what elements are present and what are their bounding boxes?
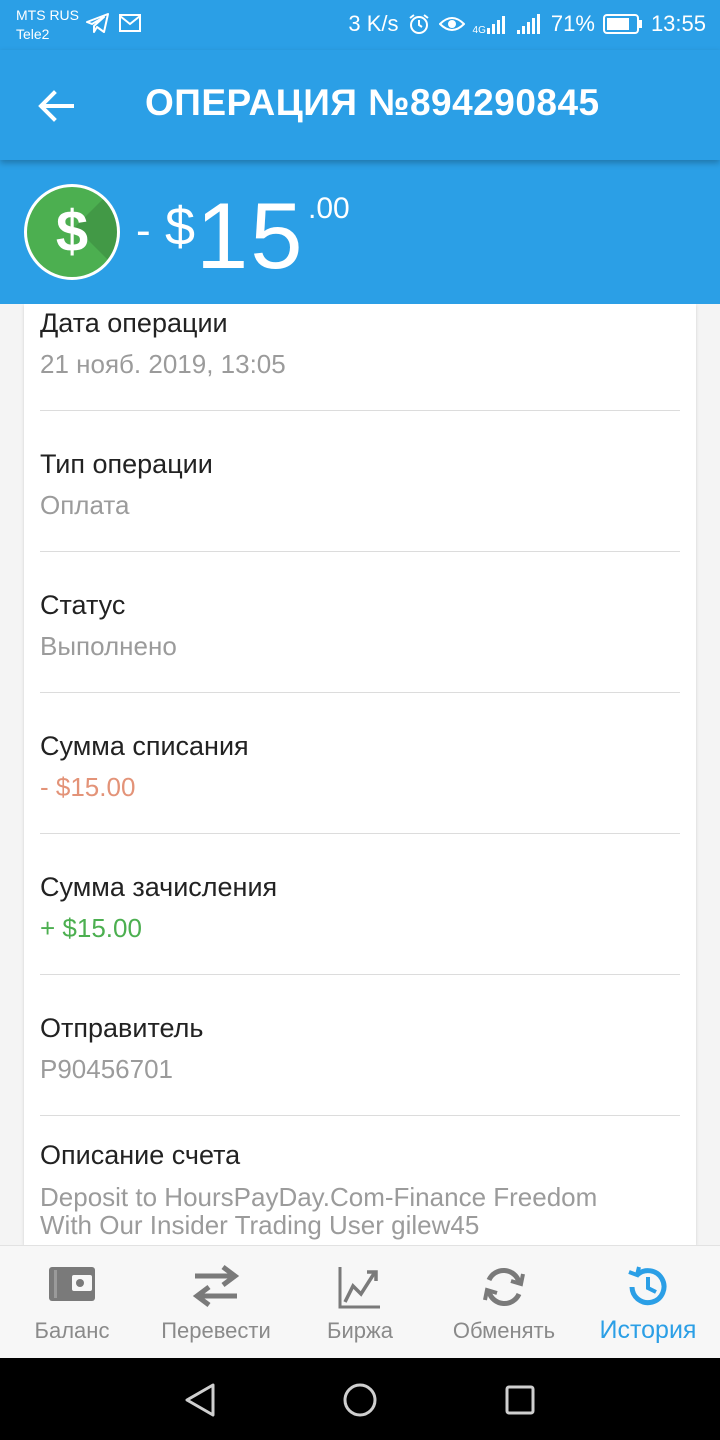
nav-label: Биржа — [327, 1318, 393, 1343]
nav-exchange-market[interactable]: Биржа — [288, 1246, 432, 1359]
detail-label: Дата операции — [40, 308, 228, 338]
nav-balance[interactable]: Баланс — [0, 1246, 144, 1359]
back-button[interactable] — [30, 80, 82, 132]
detail-debit: Сумма списания - $15.00 — [40, 731, 680, 803]
nav-label: Перевести — [161, 1318, 271, 1343]
page-title: ОПЕРАЦИЯ №894290845 — [145, 82, 600, 123]
amount-currency: $ — [165, 197, 196, 257]
network-type: 4G — [472, 25, 486, 36]
signal-icon — [516, 12, 543, 36]
nav-label: Баланс — [34, 1318, 110, 1343]
battery-percent: 71% — [550, 11, 595, 36]
status-bar: MTS RUS Tele2 3 K/s 4G 71% 13:55 — [0, 0, 720, 50]
nav-label: Обменять — [452, 1318, 556, 1343]
detail-type: Тип операции Оплата — [40, 449, 680, 521]
carrier-2: Tele2 — [16, 26, 50, 42]
detail-label: Отправитель — [40, 1013, 204, 1043]
amount-decimal: .00 — [308, 192, 350, 225]
detail-value: Оплата — [40, 490, 130, 520]
details-card: Дата операции 21 нояб. 2019, 13:05 Тип о… — [24, 304, 696, 1245]
system-home-button[interactable] — [338, 1378, 382, 1422]
nav-swap[interactable]: Обменять — [432, 1246, 576, 1359]
divider — [40, 692, 680, 693]
amount-sign: - — [136, 206, 151, 255]
detail-label: Сумма списания — [40, 731, 249, 761]
system-back-button[interactable] — [178, 1378, 222, 1422]
divider — [40, 974, 680, 975]
divider — [40, 410, 680, 411]
description-line-1: Deposit to HoursPayDay.Com-Finance Freed… — [40, 1182, 598, 1212]
system-navigation-bar — [0, 1358, 720, 1440]
amount-header: $ - $ 15 .00 — [0, 160, 720, 304]
triangle-back-icon — [185, 1383, 215, 1417]
arrow-left-icon — [38, 90, 74, 122]
system-recents-button[interactable] — [498, 1378, 542, 1422]
telegram-icon — [86, 12, 110, 39]
app-bar: ОПЕРАЦИЯ №894290845 — [0, 50, 720, 160]
mobile-data-icon: 4G — [473, 12, 509, 36]
detail-credit: Сумма зачисления + $15.00 — [40, 872, 680, 944]
detail-label: Статус — [40, 590, 126, 620]
detail-value: + $15.00 — [40, 913, 142, 943]
nav-transfer[interactable]: Перевести — [144, 1246, 288, 1359]
detail-description: Описание счета Deposit to HoursPayDay.Co… — [40, 1140, 680, 1239]
circle-home-icon — [343, 1383, 377, 1417]
carriers: MTS RUS Tele2 — [16, 6, 79, 44]
nav-history[interactable]: История — [576, 1246, 720, 1359]
detail-label: Описание счета — [40, 1140, 241, 1170]
detail-value: Выполнено — [40, 631, 177, 661]
notification-icons — [86, 12, 142, 39]
detail-value: 21 нояб. 2019, 13:05 — [40, 349, 286, 379]
amount-integer: 15 — [196, 183, 305, 288]
description-line-2: With Our Insider Trading User gilew45 — [40, 1210, 480, 1240]
bottom-navigation: Баланс Перевести Биржа Обменять История — [0, 1245, 720, 1358]
dollar-icon: $ — [24, 184, 120, 280]
battery-icon — [602, 13, 643, 35]
detail-value: P90456701 — [40, 1054, 174, 1084]
exchange-icon — [483, 1268, 525, 1306]
network-speed: 3 K/s — [348, 11, 399, 36]
divider — [40, 1115, 680, 1116]
divider — [40, 551, 680, 552]
chart-icon — [338, 1267, 380, 1309]
eye-icon — [438, 14, 465, 34]
nav-label: История — [599, 1316, 697, 1344]
detail-date: Дата операции 21 нояб. 2019, 13:05 — [40, 308, 680, 380]
square-recents-icon — [505, 1385, 535, 1415]
divider — [40, 833, 680, 834]
detail-sender: Отправитель P90456701 — [40, 1013, 680, 1085]
alarm-icon — [407, 12, 431, 36]
carrier-1: MTS RUS — [16, 7, 79, 23]
clock: 13:55 — [650, 11, 706, 36]
detail-value: Deposit to HoursPayDay.Com-Finance Freed… — [40, 1183, 680, 1239]
detail-label: Сумма зачисления — [40, 872, 278, 902]
history-icon — [628, 1266, 667, 1306]
status-right: 3 K/s 4G 71% 13:55 — [348, 11, 706, 37]
detail-label: Тип операции — [40, 449, 213, 479]
detail-status: Статус Выполнено — [40, 590, 680, 662]
wallet-icon — [49, 1267, 95, 1301]
detail-value: - $15.00 — [40, 772, 136, 802]
mail-icon — [118, 12, 142, 39]
transfer-icon — [192, 1265, 240, 1307]
